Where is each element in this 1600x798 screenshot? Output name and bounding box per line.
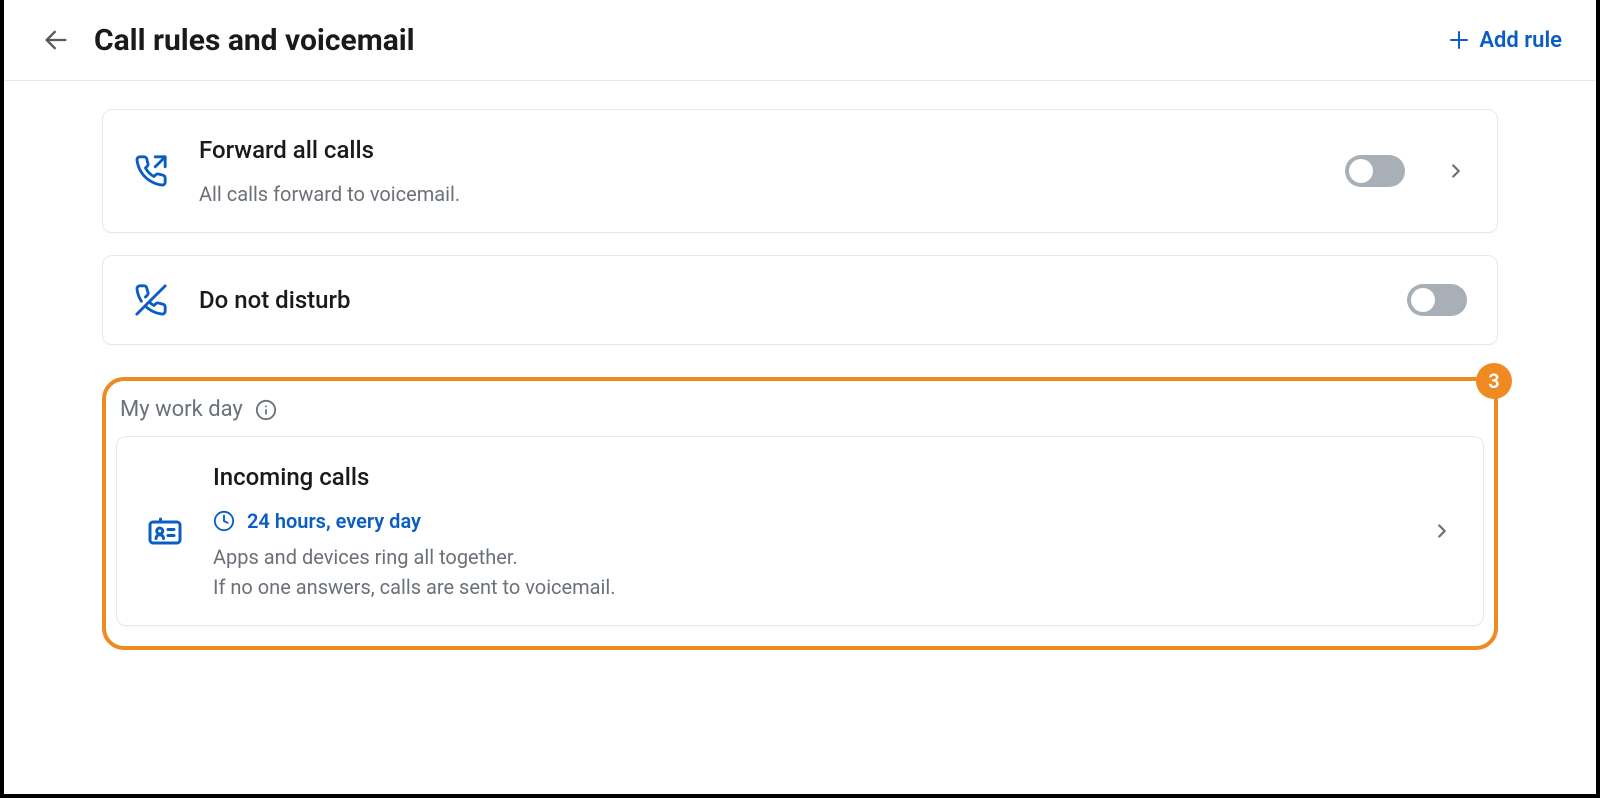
phone-off-icon [133,282,169,318]
forward-card-title: Forward all calls [199,136,1345,164]
incoming-card-title: Incoming calls [213,463,1431,491]
section-title: My work day [120,397,243,422]
incoming-chevron[interactable] [1431,520,1453,542]
forward-card-subtitle: All calls forward to voicemail. [199,182,1345,206]
id-card-icon [147,513,183,549]
my-work-day-section: 3 My work day [102,377,1498,650]
dnd-card-title: Do not disturb [199,286,1407,314]
schedule-row[interactable]: 24 hours, every day [213,509,1431,533]
incoming-desc-1: Apps and devices ring all together. [213,545,1431,569]
forward-chevron[interactable] [1445,160,1467,182]
add-rule-button[interactable]: Add rule [1447,28,1562,53]
chevron-right-icon [1431,520,1453,542]
toggle-knob [1411,288,1435,312]
info-icon[interactable] [255,399,277,421]
forward-toggle[interactable] [1345,155,1405,187]
page-header: Call rules and voicemail Add rule [4,0,1596,81]
toggle-knob [1349,159,1373,183]
dnd-toggle[interactable] [1407,284,1467,316]
add-rule-label: Add rule [1479,28,1562,53]
phone-forward-icon [133,153,169,189]
forward-all-calls-card[interactable]: Forward all calls All calls forward to v… [102,109,1498,233]
step-badge: 3 [1476,363,1512,399]
dnd-card[interactable]: Do not disturb [102,255,1498,345]
page-title: Call rules and voicemail [94,23,415,58]
plus-icon [1447,28,1471,52]
back-button[interactable] [38,22,74,58]
incoming-calls-card[interactable]: Incoming calls 24 hours, every day Apps … [116,436,1484,626]
schedule-text: 24 hours, every day [247,509,421,533]
content-area: Forward all calls All calls forward to v… [4,81,1596,650]
incoming-desc-2: If no one answers, calls are sent to voi… [213,575,1431,599]
chevron-right-icon [1445,160,1467,182]
arrow-left-icon [42,26,70,54]
clock-icon [213,510,235,532]
